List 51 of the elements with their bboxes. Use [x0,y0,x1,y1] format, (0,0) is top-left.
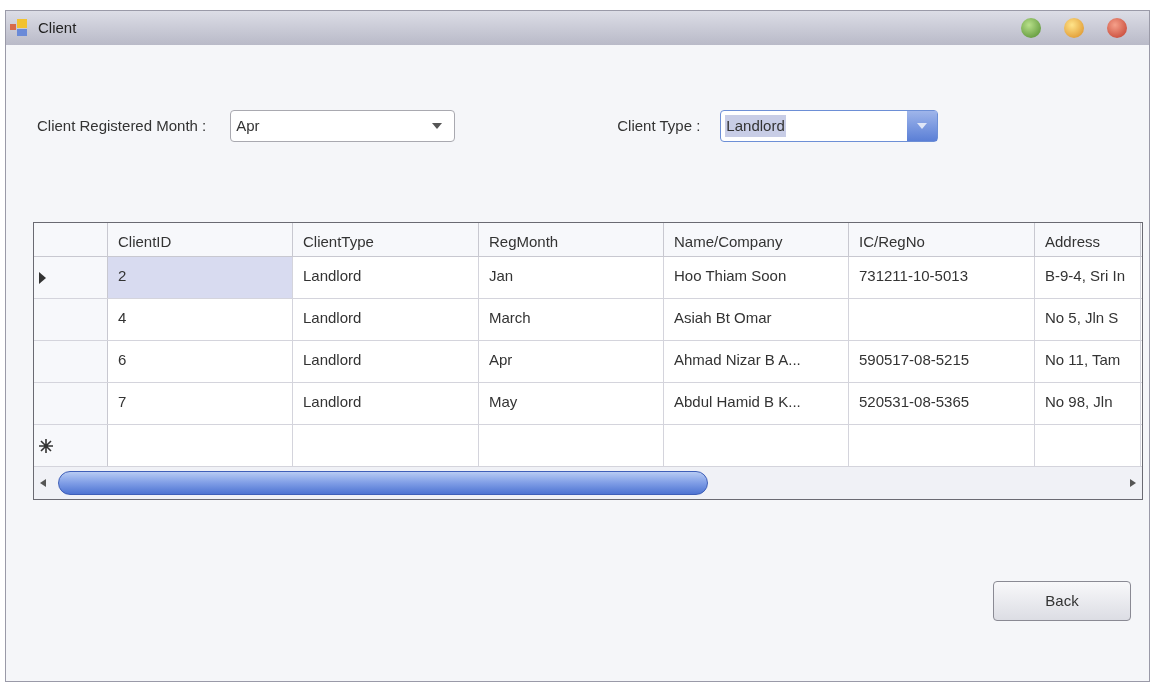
scrollbar-thumb[interactable] [58,471,708,495]
back-button[interactable]: Back [993,581,1131,621]
app-icon [10,18,30,38]
dropdown-value: Apr [235,115,261,136]
table-cell: 520531-08-5365 [849,383,1035,424]
table-cell: March [479,299,664,340]
table-cell: 2 [108,257,293,298]
caret-icon [917,123,928,129]
table-cell: Landlord [293,341,479,382]
table-cell: 4 [108,299,293,340]
table-cell: Apr [479,341,664,382]
table-cell: No 98, Jln [1035,383,1141,424]
table-cell: 7 [108,383,293,424]
scroll-left-icon[interactable] [40,479,46,487]
window-title: Client [38,17,77,38]
dropdown-button[interactable] [907,111,938,141]
dropdown-value: Landlord [725,114,786,138]
table-cell: 731211-10-5013 [849,257,1035,298]
column-header[interactable]: ClientID [108,223,293,256]
table-cell: Landlord [293,257,479,298]
column-header[interactable]: Address [1035,223,1141,256]
table-cell: No 11, Tam [1035,341,1141,382]
scroll-right-icon[interactable] [1130,479,1136,487]
close-icon[interactable] [1107,18,1127,38]
minimize-icon[interactable] [1021,18,1041,38]
column-header[interactable]: ClientType [293,223,479,256]
column-header[interactable]: Name/Company [664,223,849,256]
table-cell: 590517-08-5215 [849,341,1035,382]
column-header[interactable]: IC/RegNo [849,223,1035,256]
table-cell: 6 [108,341,293,382]
dropdown-field[interactable]: Apr [230,110,456,142]
dropdown-field[interactable]: Landlord [720,110,939,142]
table-cell: B-9-4, Sri In [1035,257,1141,298]
table-cell: Jan [479,257,664,298]
table-cell: Landlord [293,299,479,340]
table-cell: Abdul Hamid B K... [664,383,849,424]
current-row-icon [39,271,46,284]
caret-icon [432,123,443,129]
row-header[interactable] [34,425,108,466]
column-header[interactable]: RegMonth [479,223,664,256]
table-cell: No 5, Jln S [1035,299,1141,340]
field-label: Client Registered Month : [37,115,207,136]
table-cell: Ahmad Nizar B A... [664,341,849,382]
new-row-icon [39,438,53,453]
table-cell: Hoo Thiam Soon [664,257,849,298]
horizontal-scrollbar[interactable] [34,467,1142,499]
table-cell: Landlord [293,383,479,424]
field-label: Client Type : [617,115,701,136]
table-cell: Asiah Bt Omar [664,299,849,340]
maximize-icon[interactable] [1064,18,1084,38]
table-cell: May [479,383,664,424]
